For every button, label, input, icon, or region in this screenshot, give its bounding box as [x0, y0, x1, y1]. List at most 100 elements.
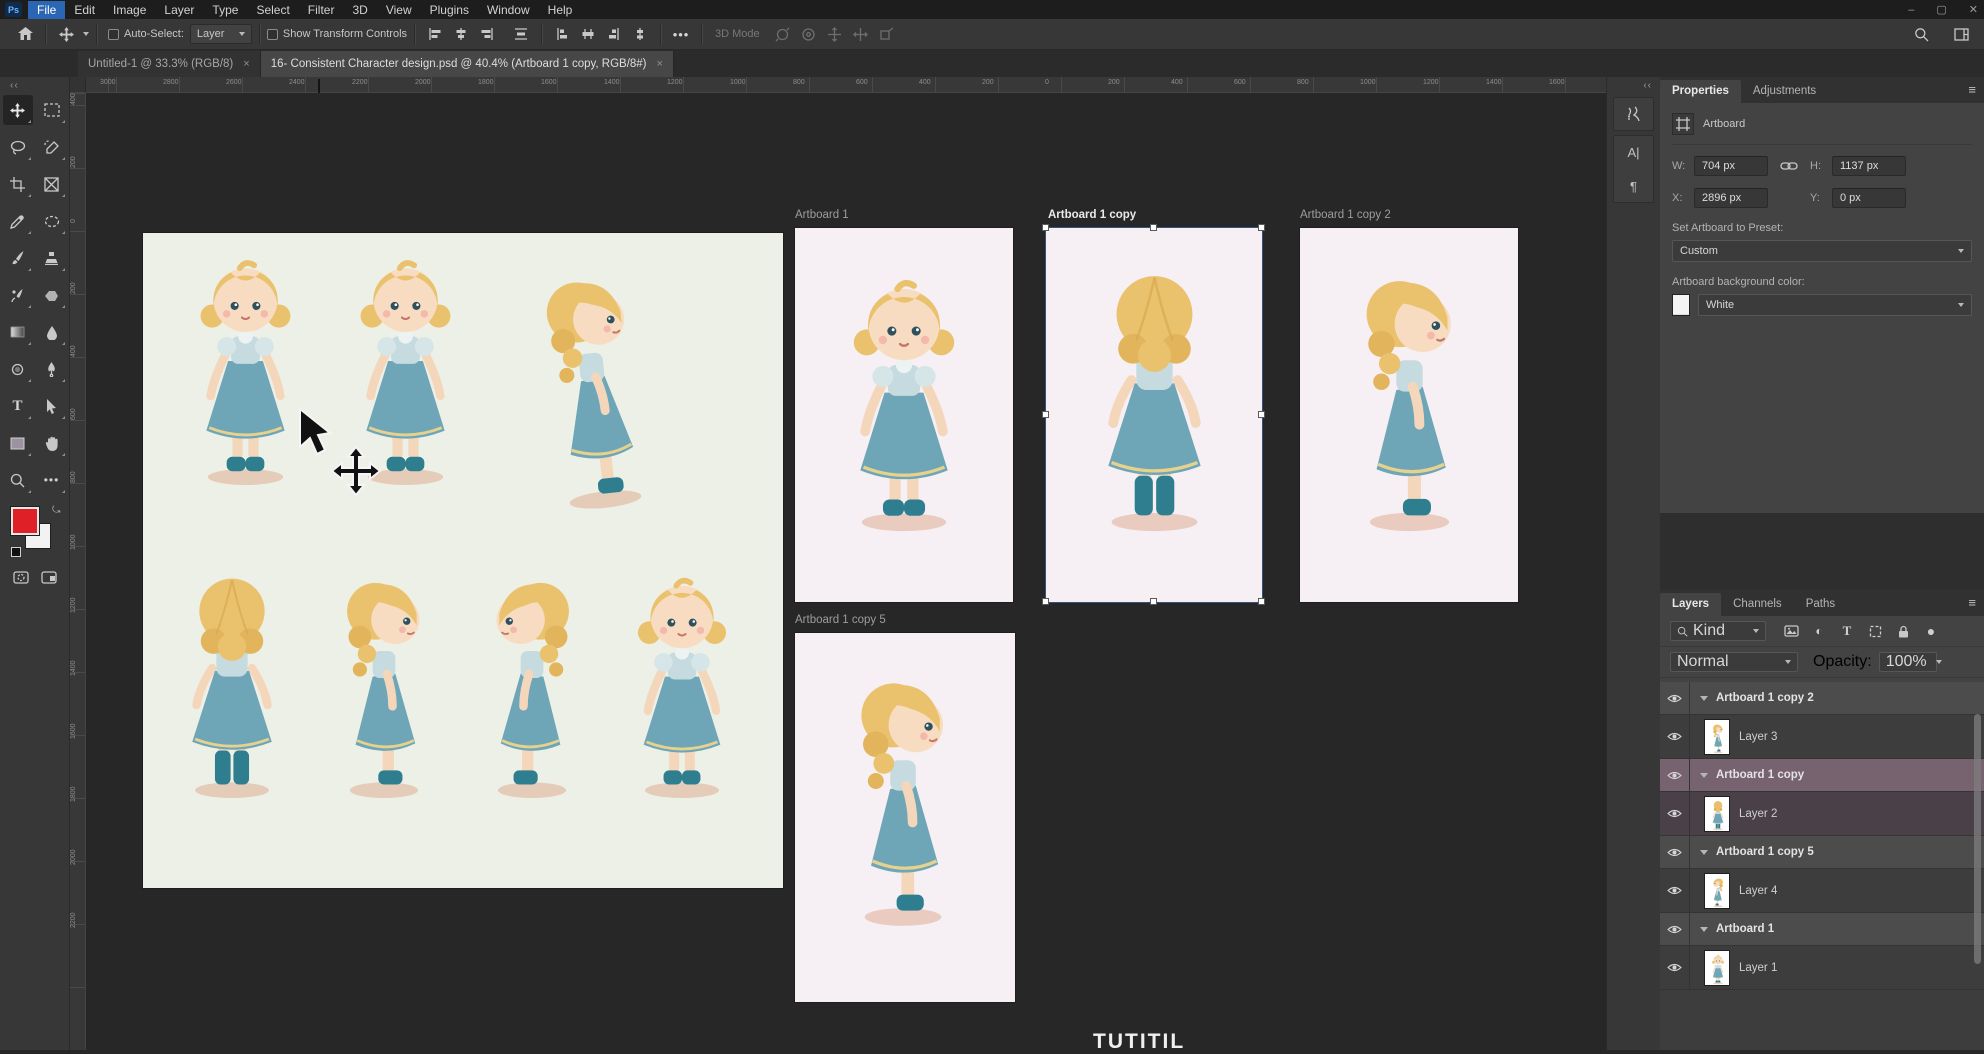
show-transform-checkbox[interactable] [267, 29, 278, 40]
filter-shape-layers-icon[interactable] [1865, 622, 1885, 640]
gradient-tool[interactable] [3, 317, 33, 347]
workspace-icon[interactable] [1948, 23, 1974, 47]
menu-help[interactable]: Help [539, 1, 582, 19]
tab-layers[interactable]: Layers [1660, 593, 1721, 616]
frame-tool[interactable] [37, 169, 67, 199]
chevron-down-icon[interactable] [1700, 773, 1708, 778]
layer-thumbnail[interactable] [1704, 873, 1730, 909]
crop-tool[interactable] [3, 169, 33, 199]
artboard-1-copy[interactable] [1046, 228, 1262, 602]
eraser-tool[interactable] [37, 280, 67, 310]
dodge-tool[interactable] [3, 354, 33, 384]
blur-tool[interactable] [37, 317, 67, 347]
tab-properties[interactable]: Properties [1660, 80, 1741, 103]
filter-type-layers-icon[interactable]: T [1837, 622, 1857, 640]
chevron-down-icon[interactable] [1700, 850, 1708, 855]
brush-tool[interactable] [3, 243, 33, 273]
artboard-label[interactable]: Artboard 1 copy 5 [795, 614, 886, 626]
tab-adjustments[interactable]: Adjustments [1741, 80, 1828, 103]
artboard-1[interactable] [795, 228, 1013, 602]
height-field[interactable]: 1137 px [1832, 156, 1906, 176]
y-field[interactable]: 0 px [1832, 188, 1906, 208]
horizontal-ruler[interactable]: 3000280026002400220020001800160014001200… [86, 77, 1606, 93]
align-edges-icon[interactable] [508, 22, 534, 46]
layer-thumbnail[interactable] [1704, 796, 1730, 832]
lasso-tool[interactable] [3, 132, 33, 162]
paragraph-panel-icon[interactable]: ¶ [1622, 174, 1646, 198]
hand-tool[interactable] [37, 428, 67, 458]
artboard-label-selected[interactable]: Artboard 1 copy [1048, 209, 1136, 221]
filter-locked-layers-icon[interactable] [1893, 622, 1913, 640]
path-selection-tool[interactable] [37, 391, 67, 421]
marquee-tool[interactable] [37, 95, 67, 125]
object-selection-tool[interactable] [37, 132, 67, 162]
menu-window[interactable]: Window [478, 1, 539, 19]
visibility-eye-icon[interactable] [1660, 792, 1690, 835]
align-left-icon[interactable] [422, 22, 448, 46]
clone-stamp-tool[interactable] [37, 243, 67, 273]
move-tool[interactable] [3, 95, 33, 125]
menu-plugins[interactable]: Plugins [421, 1, 478, 19]
distribute-vertical-icon[interactable] [627, 22, 653, 46]
menu-filter[interactable]: Filter [299, 1, 344, 19]
vertical-ruler[interactable]: 4002000200400600800100012001400160018002… [70, 93, 86, 1050]
link-dimensions-icon[interactable] [1774, 161, 1804, 171]
type-tool[interactable]: T [3, 391, 33, 421]
artboard-1-copy-2[interactable] [1300, 228, 1518, 602]
collapse-toolbar-icon[interactable]: ‹‹ [0, 77, 69, 95]
transform-handle[interactable] [1258, 411, 1265, 418]
menu-edit[interactable]: Edit [65, 1, 104, 19]
transform-handle[interactable] [1150, 224, 1157, 231]
transform-handle[interactable] [1150, 598, 1157, 605]
layer-row-artboard-1-copy[interactable]: Artboard 1 copy [1660, 759, 1984, 792]
visibility-eye-icon[interactable] [1660, 946, 1690, 989]
visibility-eye-icon[interactable] [1660, 715, 1690, 758]
align-center-h-icon[interactable] [448, 22, 474, 46]
ruler-origin-corner[interactable] [70, 77, 86, 93]
move-tool-preset[interactable] [53, 22, 89, 46]
zoom-tool[interactable] [3, 465, 33, 495]
filter-pixel-layers-icon[interactable] [1781, 622, 1801, 640]
history-brush-tool[interactable] [3, 280, 33, 310]
show-transform-control[interactable]: Show Transform Controls [267, 28, 407, 40]
swap-colors-icon[interactable]: ⤿ [52, 505, 60, 516]
visibility-eye-icon[interactable] [1660, 913, 1690, 945]
auto-select-dropdown[interactable]: Layer [190, 24, 252, 44]
foreground-color-swatch[interactable] [11, 507, 39, 535]
artboard-label[interactable]: Artboard 1 [795, 209, 849, 221]
home-icon[interactable] [12, 22, 38, 46]
layer-row-artboard-1-copy-5[interactable]: Artboard 1 copy 5 [1660, 836, 1984, 869]
width-field[interactable]: 704 px [1694, 156, 1768, 176]
eyedropper-tool[interactable] [3, 206, 33, 236]
quick-mask-icon[interactable] [13, 571, 29, 589]
panel-menu-icon[interactable]: ≡ [1968, 595, 1976, 610]
search-icon[interactable] [1908, 23, 1934, 47]
layer-thumbnail[interactable] [1704, 950, 1730, 986]
bg-color-dropdown[interactable]: White [1698, 294, 1972, 316]
panel-menu-icon[interactable]: ≡ [1968, 82, 1976, 97]
pen-tool[interactable] [37, 354, 67, 384]
default-colors-icon[interactable] [11, 547, 21, 557]
menu-type[interactable]: Type [203, 1, 247, 19]
artboard-label[interactable]: Artboard 1 copy 2 [1300, 209, 1391, 221]
transform-handle[interactable] [1042, 411, 1049, 418]
minimize-icon[interactable]: – [1908, 4, 1914, 16]
layer-thumbnail[interactable] [1704, 719, 1730, 755]
menu-layer[interactable]: Layer [155, 1, 203, 19]
layer-row-artboard-1[interactable]: Artboard 1 [1660, 913, 1984, 946]
ellipsis-icon[interactable]: ••• [668, 22, 694, 46]
menu-file[interactable]: File [28, 1, 65, 19]
menu-select[interactable]: Select [247, 1, 298, 19]
kind-filter-dropdown[interactable]: Kind [1670, 621, 1766, 641]
edit-toolbar-icon[interactable]: ••• [37, 465, 67, 495]
layer-row-layer-2[interactable]: Layer 2 [1660, 792, 1984, 836]
auto-select-control[interactable]: Auto-Select: Layer [108, 24, 252, 44]
filter-adjustment-layers-icon[interactable]: ◐ [1809, 622, 1829, 640]
layer-row-layer-4[interactable]: Layer 4 [1660, 869, 1984, 913]
visibility-eye-icon[interactable] [1660, 836, 1690, 868]
menu-image[interactable]: Image [104, 1, 155, 19]
distribute-right-icon[interactable] [601, 22, 627, 46]
character-panel-icon[interactable]: A| [1622, 140, 1646, 164]
tab-paths[interactable]: Paths [1794, 593, 1847, 616]
transform-handle[interactable] [1042, 598, 1049, 605]
